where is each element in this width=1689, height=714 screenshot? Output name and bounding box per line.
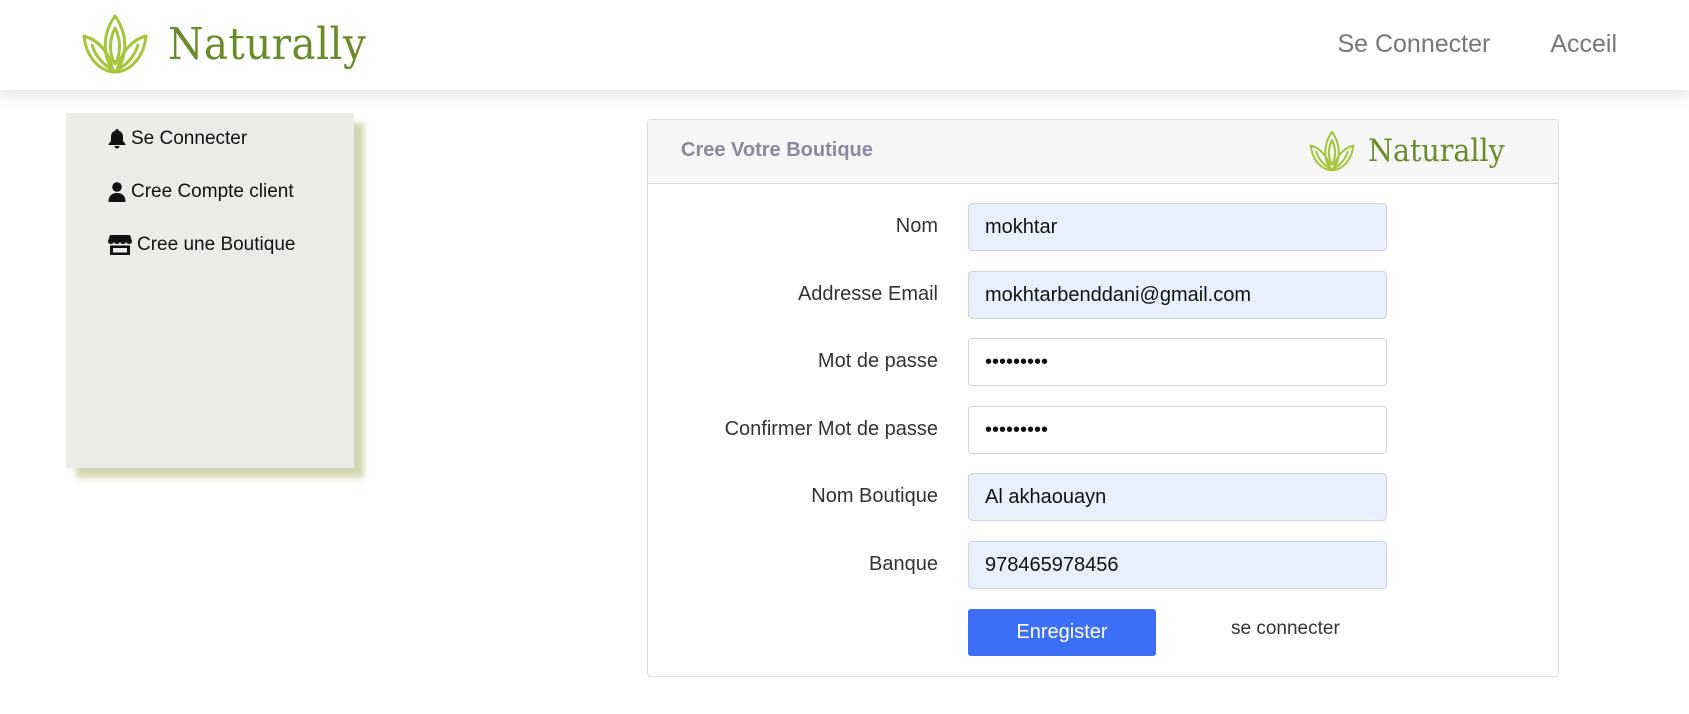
sidebar-item-label: Se Connecter bbox=[131, 128, 248, 149]
nav-links: Se Connecter Acceil bbox=[1277, 30, 1617, 59]
email-input[interactable] bbox=[968, 271, 1387, 319]
sidebar-item-label: Cree Compte client bbox=[131, 181, 294, 202]
card-logo: Naturally bbox=[1308, 129, 1517, 173]
email-label: Addresse Email bbox=[797, 283, 938, 305]
sidebar-item-create-client[interactable]: Cree Compte client bbox=[108, 181, 294, 203]
sidebar-item-create-shop[interactable]: Cree une Boutique bbox=[108, 234, 295, 256]
form-row-nom: Nom bbox=[648, 203, 1558, 251]
confirm-password-input[interactable] bbox=[968, 406, 1387, 454]
form-row-bank: Banque bbox=[648, 541, 1558, 589]
bell-icon bbox=[108, 129, 126, 149]
brand-logo[interactable]: Naturally bbox=[80, 12, 384, 76]
card-logo-text: Naturally bbox=[1368, 133, 1505, 169]
login-link[interactable]: se connecter bbox=[1231, 618, 1340, 640]
form-row-confirm-password: Confirmer Mot de passe bbox=[648, 406, 1558, 454]
card-header: Cree Votre Boutique Naturally bbox=[648, 120, 1558, 184]
form-row-email: Addresse Email bbox=[648, 271, 1558, 319]
leaf-logo-icon bbox=[1309, 130, 1355, 172]
user-icon bbox=[108, 182, 126, 202]
nav-link-home[interactable]: Acceil bbox=[1550, 30, 1617, 59]
shop-name-label: Nom Boutique bbox=[811, 485, 938, 507]
store-icon bbox=[108, 235, 132, 255]
save-button[interactable]: Enregister bbox=[968, 609, 1156, 656]
shop-name-input[interactable] bbox=[968, 473, 1387, 521]
brand-name: Naturally bbox=[168, 18, 367, 70]
top-navbar: Naturally Se Connecter Acceil bbox=[0, 0, 1689, 90]
nom-input[interactable] bbox=[968, 203, 1387, 251]
create-shop-card: Cree Votre Boutique Naturally Nom Addres… bbox=[647, 119, 1559, 677]
card-title: Cree Votre Boutique bbox=[681, 139, 873, 161]
sidebar: Se Connecter Cree Compte client Cree une… bbox=[66, 113, 354, 468]
bank-input[interactable] bbox=[968, 541, 1387, 589]
nom-label: Nom bbox=[895, 215, 938, 237]
password-input[interactable] bbox=[968, 338, 1387, 386]
bank-label: Banque bbox=[869, 553, 938, 575]
nav-link-login[interactable]: Se Connecter bbox=[1337, 30, 1490, 59]
form-row-password: Mot de passe bbox=[648, 338, 1558, 386]
sidebar-item-label: Cree une Boutique bbox=[137, 234, 296, 255]
confirm-password-label: Confirmer Mot de passe bbox=[724, 418, 938, 440]
sidebar-item-login[interactable]: Se Connecter bbox=[108, 128, 247, 150]
form-row-shop-name: Nom Boutique bbox=[648, 473, 1558, 521]
password-label: Mot de passe bbox=[817, 350, 938, 372]
leaf-logo-icon bbox=[82, 14, 148, 74]
